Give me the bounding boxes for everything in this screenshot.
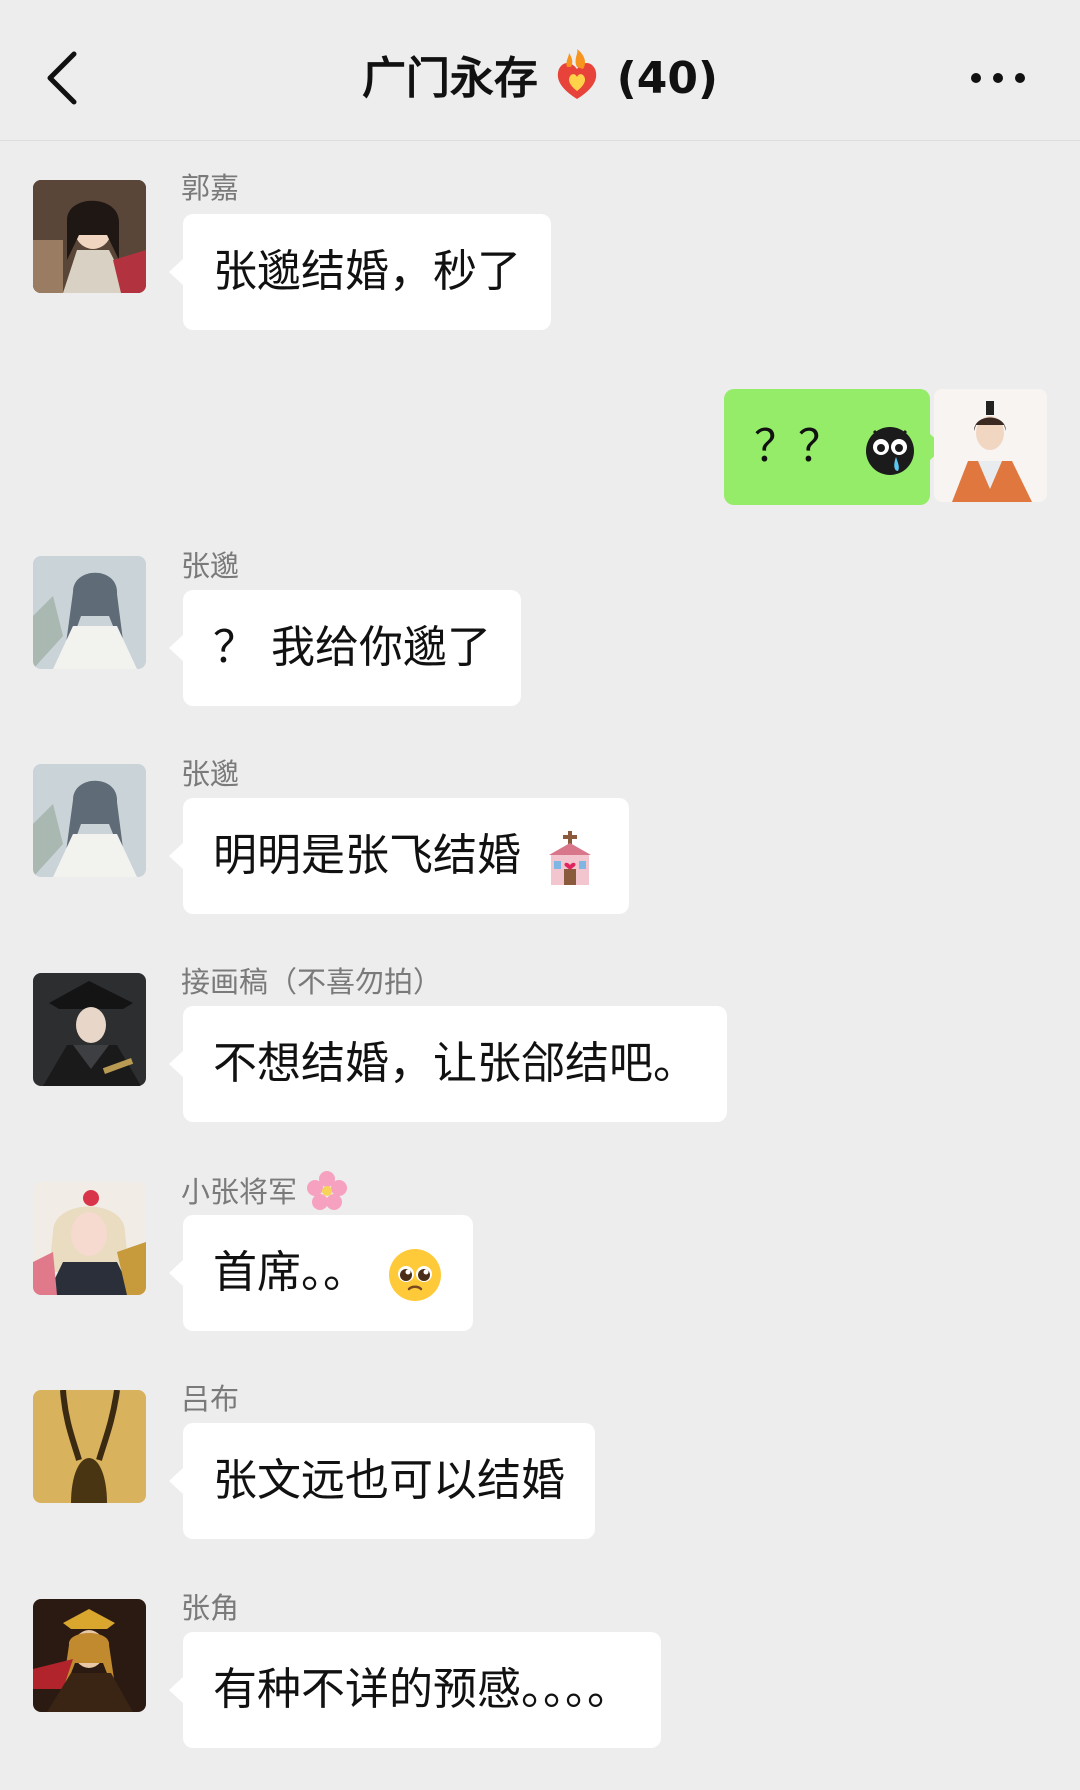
message-text: 首席。。 [213, 1247, 367, 1298]
message-bubble[interactable]: 首席。。 [169, 1215, 473, 1331]
member-count: (40) [616, 53, 719, 104]
message-bubble[interactable]: 有种不详的预感。。。。 [169, 1632, 661, 1748]
chat-header: 广门永存 (40) [0, 0, 1080, 141]
chat-title: 广门永存 (40) [0, 44, 1080, 114]
message-bubble[interactable]: 张邈结婚，秒了 [169, 214, 551, 330]
sender-name: 张邈 [181, 549, 240, 583]
sender-name: 吕布 [181, 1382, 240, 1416]
self-avatar[interactable] [934, 389, 1047, 502]
avatar[interactable] [33, 180, 146, 293]
sender-name-text: 小张将军 [181, 1175, 298, 1209]
avatar[interactable] [33, 764, 146, 877]
message-bubble-self[interactable]: ？？ [724, 389, 944, 505]
crying-face-icon [866, 427, 914, 475]
sender-name: 张角 [181, 1591, 240, 1625]
message-text: ？？ [754, 421, 842, 472]
message-bubble[interactable]: ？ 我给你邈了 [169, 590, 521, 706]
message-text: 明明是张飞结婚 [213, 830, 521, 881]
message-bubble[interactable]: 张文远也可以结婚 [169, 1423, 595, 1539]
avatar[interactable] [33, 556, 146, 669]
avatar[interactable] [33, 973, 146, 1086]
group-name: 广门永存 [361, 53, 538, 104]
avatar[interactable] [33, 1390, 146, 1503]
avatar[interactable] [33, 1182, 146, 1295]
sender-name: 接画稿（不喜勿拍） [181, 965, 443, 999]
more-dots-icon[interactable] [968, 60, 1028, 96]
message-bubble[interactable]: 不想结婚，让张郃结吧。 [169, 1006, 727, 1122]
fire-heart-icon [558, 49, 597, 99]
sender-name: 郭嘉 [181, 171, 240, 205]
sender-name: 小张将军 [181, 1170, 348, 1212]
cherry-blossom-icon [307, 1171, 348, 1210]
pleading-face-icon [389, 1249, 441, 1301]
avatar[interactable] [33, 1599, 146, 1712]
sender-name: 张邈 [181, 757, 240, 791]
wedding-chapel-icon [549, 831, 591, 885]
message-bubble[interactable]: 明明是张飞结婚 [169, 798, 629, 914]
